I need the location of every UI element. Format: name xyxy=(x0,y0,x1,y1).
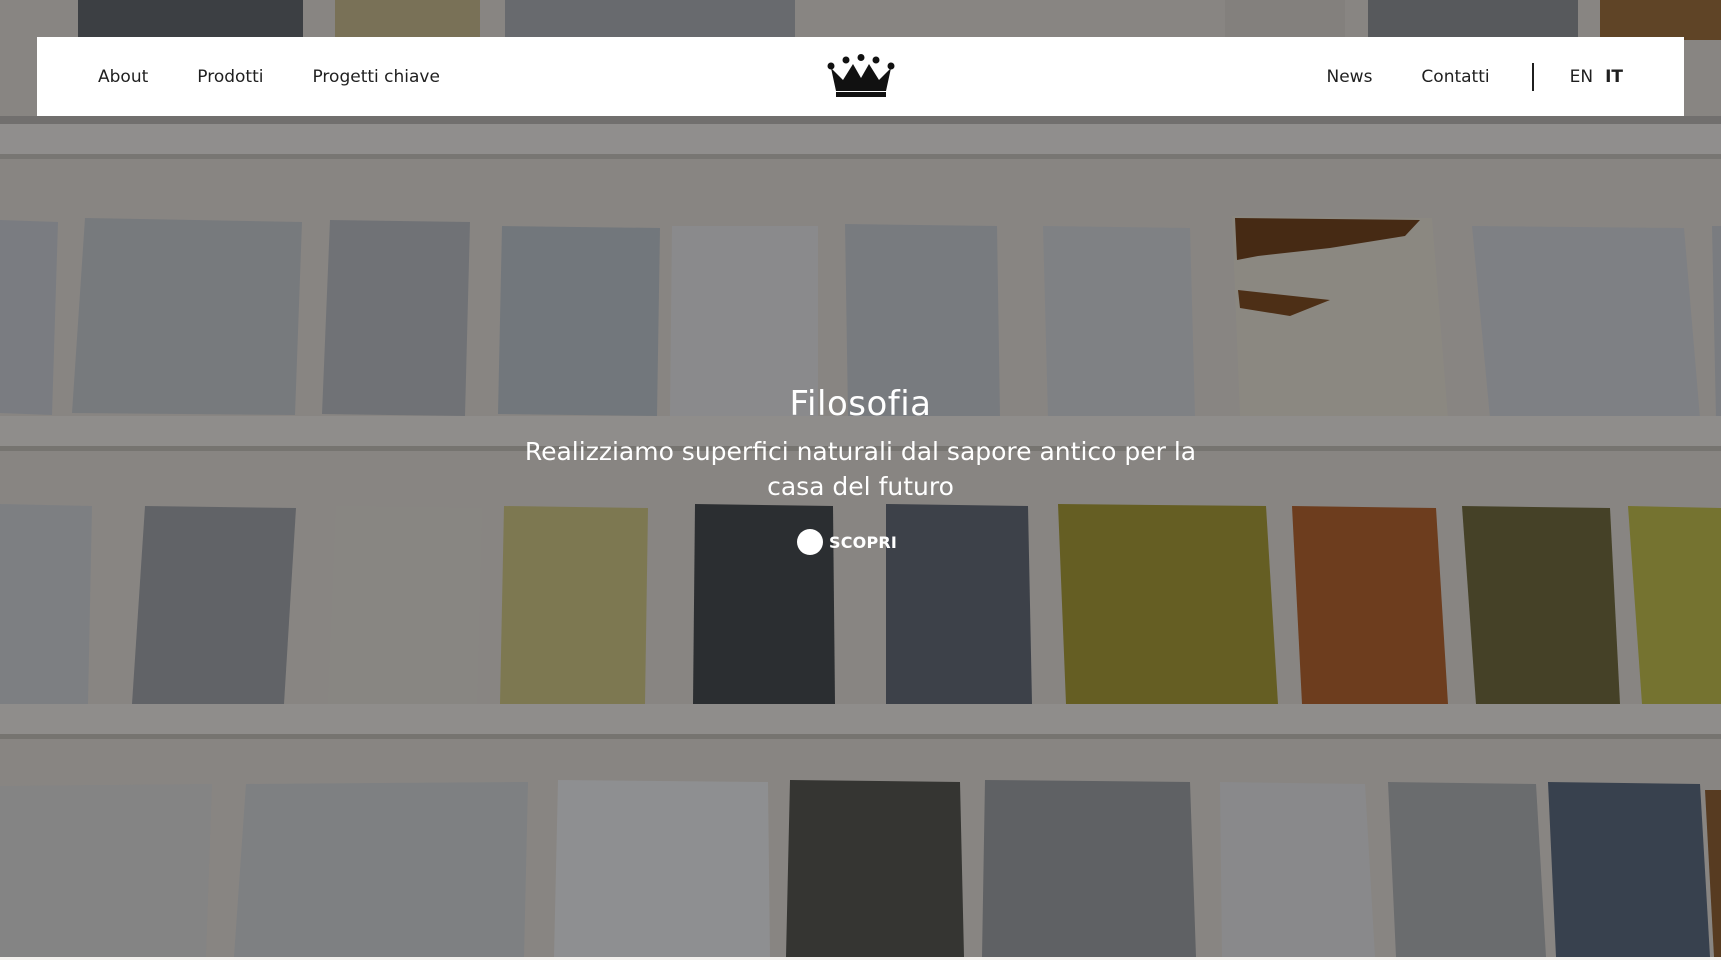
top-navigation: About Prodotti Progetti chiave News Cont… xyxy=(37,37,1684,116)
crown-logo-icon[interactable] xyxy=(826,54,896,98)
nav-link-contatti[interactable]: Contatti xyxy=(1421,67,1489,87)
nav-divider xyxy=(1531,62,1534,91)
hero-section: Filosofia Realizziamo superfici naturali… xyxy=(0,0,1721,957)
hero-title: Filosofia xyxy=(789,384,932,424)
hero-subtitle: Realizziamo superfici naturali dal sapor… xyxy=(0,434,1721,504)
circle-icon xyxy=(797,529,823,555)
scopri-button[interactable]: SCOPRI xyxy=(797,528,897,556)
hero-subtitle-line-2: casa del futuro xyxy=(767,472,954,501)
nav-right-group: News Contatti EN IT xyxy=(1326,37,1623,116)
nav-link-progetti-chiave[interactable]: Progetti chiave xyxy=(312,67,439,87)
nav-link-about[interactable]: About xyxy=(98,67,148,87)
nav-link-prodotti[interactable]: Prodotti xyxy=(197,67,263,87)
lang-en[interactable]: EN xyxy=(1570,67,1593,87)
lang-it[interactable]: IT xyxy=(1605,67,1623,87)
nav-link-news[interactable]: News xyxy=(1326,67,1372,87)
hero-subtitle-line-1: Realizziamo superfici naturali dal sapor… xyxy=(524,437,1197,466)
scopri-button-label: SCOPRI xyxy=(829,532,898,552)
language-switcher: EN IT xyxy=(1570,67,1623,87)
nav-left-group: About Prodotti Progetti chiave xyxy=(98,37,440,116)
